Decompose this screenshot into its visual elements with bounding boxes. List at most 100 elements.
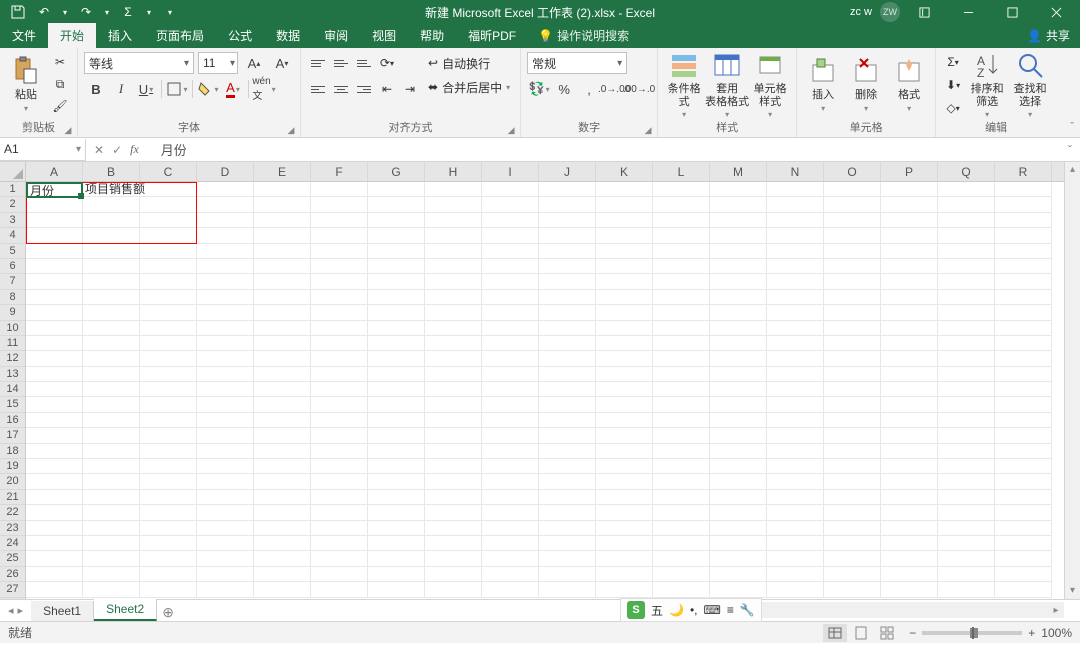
row-header[interactable]: 13 xyxy=(0,367,25,382)
page-layout-view-icon[interactable] xyxy=(849,624,873,642)
cell[interactable] xyxy=(368,428,425,443)
cell[interactable] xyxy=(653,551,710,566)
ime-menu-icon[interactable]: ≡ xyxy=(727,603,734,617)
cell[interactable] xyxy=(653,459,710,474)
cell[interactable] xyxy=(368,444,425,459)
cell[interactable] xyxy=(824,567,881,582)
cell[interactable] xyxy=(140,428,197,443)
cell[interactable] xyxy=(26,536,83,551)
cell[interactable] xyxy=(26,474,83,489)
cell[interactable] xyxy=(197,182,254,197)
row-header[interactable]: 11 xyxy=(0,336,25,351)
cell[interactable] xyxy=(197,274,254,289)
zoom-level[interactable]: 100% xyxy=(1041,626,1072,640)
scroll-right-icon[interactable]: ▸ xyxy=(1048,605,1064,616)
cell[interactable] xyxy=(824,305,881,320)
cell[interactable] xyxy=(140,582,197,597)
cell[interactable] xyxy=(425,305,482,320)
font-name-select[interactable]: 等线 xyxy=(84,52,194,74)
cell[interactable] xyxy=(539,536,596,551)
cell[interactable] xyxy=(710,305,767,320)
cell[interactable] xyxy=(368,228,425,243)
cell[interactable] xyxy=(26,321,83,336)
cell[interactable] xyxy=(653,259,710,274)
cell[interactable] xyxy=(824,228,881,243)
cell[interactable] xyxy=(254,274,311,289)
cell[interactable] xyxy=(653,505,710,520)
cell[interactable] xyxy=(140,244,197,259)
row-header[interactable]: 9 xyxy=(0,305,25,320)
cut-icon[interactable]: ✂ xyxy=(49,52,71,72)
cell[interactable] xyxy=(254,367,311,382)
cell[interactable] xyxy=(938,551,995,566)
cell[interactable] xyxy=(311,428,368,443)
cell[interactable] xyxy=(311,582,368,597)
cell[interactable] xyxy=(140,382,197,397)
cell[interactable] xyxy=(710,213,767,228)
page-break-view-icon[interactable] xyxy=(875,624,899,642)
cell[interactable] xyxy=(311,321,368,336)
cell[interactable] xyxy=(881,490,938,505)
sheet-nav-next-icon[interactable]: ▸ xyxy=(18,604,24,617)
close-button[interactable] xyxy=(1036,0,1076,24)
cell[interactable] xyxy=(938,474,995,489)
cell[interactable] xyxy=(140,367,197,382)
tab-data[interactable]: 数据 xyxy=(264,23,312,48)
cell[interactable] xyxy=(995,490,1052,505)
cell[interactable] xyxy=(26,336,83,351)
cell[interactable] xyxy=(938,413,995,428)
cell[interactable] xyxy=(653,428,710,443)
cell[interactable] xyxy=(881,567,938,582)
cell[interactable] xyxy=(368,397,425,412)
cell[interactable] xyxy=(938,505,995,520)
cell[interactable] xyxy=(710,244,767,259)
cell[interactable] xyxy=(83,490,140,505)
font-color-button[interactable]: A▾ xyxy=(221,78,245,100)
cell[interactable] xyxy=(995,413,1052,428)
cell[interactable] xyxy=(83,290,140,305)
column-header[interactable]: K xyxy=(596,162,653,181)
cell[interactable] xyxy=(425,351,482,366)
paste-button[interactable]: 粘贴 ▾ xyxy=(6,50,46,118)
cell[interactable] xyxy=(710,228,767,243)
cell[interactable] xyxy=(938,521,995,536)
increase-font-icon[interactable]: A▴ xyxy=(242,52,266,74)
cell[interactable] xyxy=(311,459,368,474)
row-header[interactable]: 26 xyxy=(0,567,25,582)
cell[interactable] xyxy=(254,290,311,305)
cell[interactable] xyxy=(425,551,482,566)
cell[interactable] xyxy=(767,336,824,351)
cell[interactable] xyxy=(767,397,824,412)
qat-customize-icon[interactable]: ▾ xyxy=(160,2,180,22)
sort-filter-button[interactable]: AZ排序和筛选▾ xyxy=(967,50,1007,118)
formula-input[interactable]: 月份 xyxy=(155,140,1060,159)
row-header[interactable]: 21 xyxy=(0,490,25,505)
cell[interactable] xyxy=(767,474,824,489)
cell[interactable] xyxy=(881,459,938,474)
column-header[interactable]: R xyxy=(995,162,1052,181)
cell[interactable] xyxy=(767,444,824,459)
cell[interactable] xyxy=(140,228,197,243)
cell[interactable] xyxy=(368,351,425,366)
column-header[interactable]: O xyxy=(824,162,881,181)
cell[interactable] xyxy=(539,321,596,336)
cell[interactable] xyxy=(482,351,539,366)
cell[interactable] xyxy=(26,382,83,397)
cell[interactable] xyxy=(539,521,596,536)
cell[interactable] xyxy=(824,459,881,474)
cell[interactable] xyxy=(425,244,482,259)
cell[interactable] xyxy=(596,228,653,243)
cell[interactable] xyxy=(482,582,539,597)
cell[interactable] xyxy=(596,582,653,597)
cell[interactable] xyxy=(368,551,425,566)
clear-button[interactable]: ◇▾ xyxy=(942,98,964,118)
cell[interactable] xyxy=(710,490,767,505)
minimize-button[interactable] xyxy=(948,0,988,24)
cell[interactable] xyxy=(482,413,539,428)
cell[interactable] xyxy=(368,582,425,597)
save-icon[interactable] xyxy=(8,2,28,22)
column-header[interactable]: J xyxy=(539,162,596,181)
cell[interactable] xyxy=(539,213,596,228)
column-header[interactable]: D xyxy=(197,162,254,181)
cell[interactable] xyxy=(767,305,824,320)
